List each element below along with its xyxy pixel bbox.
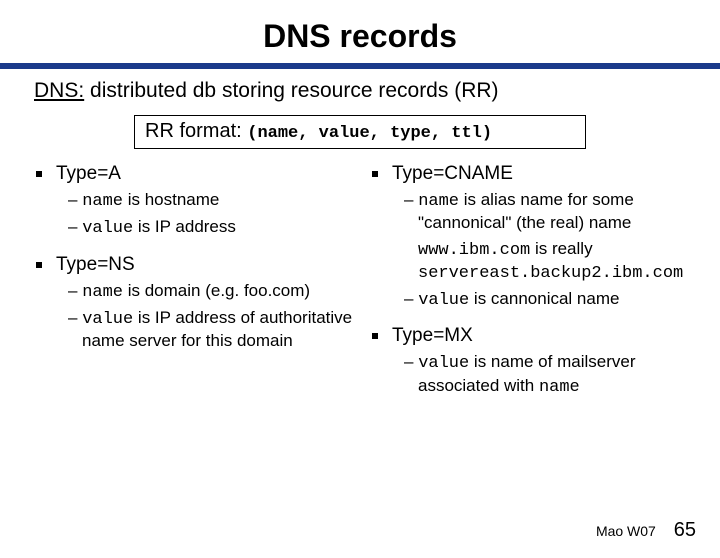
dash: – [68, 190, 82, 209]
dash: – [68, 308, 82, 327]
bullet-square-icon [36, 262, 42, 268]
text: is domain (e.g. foo.com) [123, 281, 310, 300]
rr-format-box: RR format: (name, value, type, ttl) [134, 115, 586, 149]
code: servereast.backup2.ibm.com [418, 264, 683, 283]
code: value [418, 291, 469, 310]
footer-label: Mao W07 [596, 523, 656, 539]
type-cname-line3: – value is cannonical name [404, 288, 700, 311]
type-cname-line1: – name is alias name for some "cannonica… [404, 189, 700, 234]
type-mx-heading: Type=MX [392, 325, 473, 347]
bullet-square-icon [372, 333, 378, 339]
code: name [82, 192, 123, 211]
type-ns-block: Type=NS – name is domain (e.g. foo.com) … [28, 254, 364, 352]
type-cname-heading-row: Type=CNAME [372, 163, 700, 185]
subtitle-rest: distributed db storing resource records … [84, 79, 498, 102]
text: is cannonical name [469, 289, 619, 308]
type-mx-block: Type=MX – value is name of mailserver as… [364, 325, 700, 398]
dash: – [404, 352, 418, 371]
code: value [418, 354, 469, 373]
rr-format-tuple: (name, value, type, ttl) [247, 124, 492, 143]
code: name [82, 283, 123, 302]
bullet-square-icon [372, 171, 378, 177]
bullet-square-icon [36, 171, 42, 177]
code: name [539, 378, 580, 397]
footer: Mao W07 65 [596, 519, 696, 542]
text: is IP address [133, 217, 236, 236]
type-a-heading-row: Type=A [36, 163, 364, 185]
type-ns-heading-row: Type=NS [36, 254, 364, 276]
subtitle-underlined: DNS: [34, 79, 84, 102]
page-number: 65 [674, 519, 696, 541]
type-ns-line2: – value is IP address of authoritative n… [68, 307, 364, 352]
dash: – [68, 281, 82, 300]
left-column: Type=A – name is hostname – value is IP … [28, 163, 364, 412]
right-column: Type=CNAME – name is alias name for some… [364, 163, 700, 412]
content-columns: Type=A – name is hostname – value is IP … [0, 163, 720, 412]
type-mx-line1: – value is name of mailserver associated… [404, 351, 700, 398]
type-a-block: Type=A – name is hostname – value is IP … [28, 163, 364, 240]
code: value [82, 219, 133, 238]
dash: – [68, 217, 82, 236]
type-cname-block: Type=CNAME – name is alias name for some… [364, 163, 700, 311]
rr-format-label: RR format: [145, 120, 247, 142]
type-ns-line1: – name is domain (e.g. foo.com) [68, 280, 364, 303]
type-ns-heading: Type=NS [56, 254, 135, 276]
slide-title: DNS records [0, 18, 720, 55]
type-a-heading: Type=A [56, 163, 121, 185]
dash: – [404, 190, 418, 209]
subtitle: DNS: distributed db storing resource rec… [34, 79, 720, 103]
text: is hostname [123, 190, 219, 209]
type-cname-heading: Type=CNAME [392, 163, 513, 185]
code: www.ibm.com [418, 241, 530, 260]
type-mx-heading-row: Type=MX [372, 325, 700, 347]
title-rule [0, 63, 720, 69]
code: value [82, 310, 133, 329]
type-a-line2: – value is IP address [68, 216, 364, 239]
code: name [418, 192, 459, 211]
dash: – [404, 289, 418, 308]
type-cname-line2: www.ibm.com is really servereast.backup2… [418, 238, 700, 285]
type-a-line1: – name is hostname [68, 189, 364, 212]
text: is really [530, 239, 592, 258]
